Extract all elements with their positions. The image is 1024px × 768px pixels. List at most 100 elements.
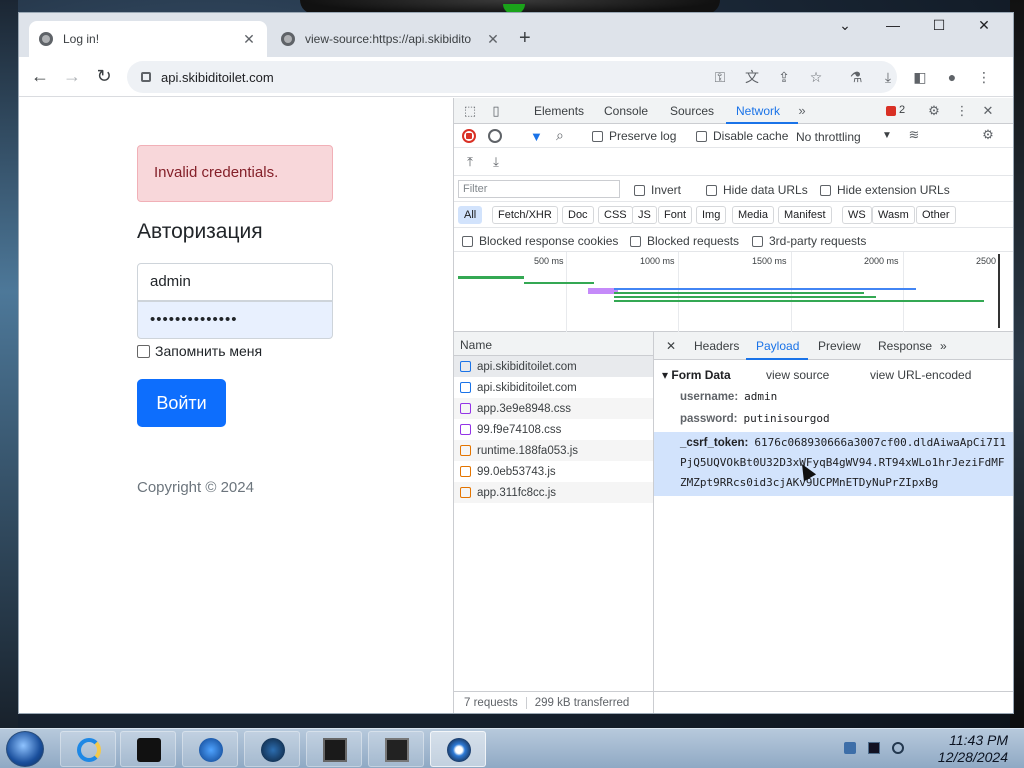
blocked-cookies-checkbox[interactable] (462, 235, 473, 247)
request-row[interactable]: 99.0eb53743.js (454, 461, 653, 482)
tab-preview[interactable]: Preview (818, 339, 861, 353)
reload-icon[interactable]: ↻ (93, 66, 115, 87)
inspect-element-icon[interactable]: ⬚ (462, 103, 478, 119)
disable-cache-toggle[interactable]: Disable cache (696, 129, 788, 143)
form-data-heading[interactable]: ▾ Form Data (662, 368, 731, 382)
close-window-button[interactable]: ✕ (974, 17, 994, 34)
tab-headers[interactable]: Headers (694, 339, 739, 353)
close-devtools-icon[interactable]: ✕ (980, 103, 996, 119)
username-field[interactable]: admin (137, 263, 333, 301)
maximize-button[interactable]: ☐ (929, 17, 949, 34)
devtools-menu-icon[interactable]: ⋮ (954, 103, 970, 119)
taskbar-media-player[interactable] (182, 731, 238, 767)
payload-row-csrf-token[interactable]: _csrf_token: 6176c068930666a3007cf00.dldA… (654, 432, 1013, 496)
more-detail-tabs-chevron-icon[interactable]: » (940, 339, 947, 353)
tab-elements[interactable]: Elements (534, 104, 584, 118)
type-filter-all[interactable]: All (458, 206, 483, 224)
type-filter-doc[interactable]: Doc (562, 206, 594, 224)
remember-me[interactable]: Запомнить меня (137, 343, 262, 359)
tab-payload[interactable]: Payload (756, 339, 799, 353)
tab-response[interactable]: Response (878, 339, 932, 353)
throttling-dropdown-icon[interactable]: ▼ (882, 130, 892, 141)
blocked-requests-toggle[interactable]: Blocked requests (630, 234, 739, 248)
shield-icon[interactable] (844, 742, 856, 754)
type-filter-media[interactable]: Media (732, 206, 774, 224)
type-filter-font[interactable]: Font (658, 206, 693, 224)
type-filter-css[interactable]: CSS (598, 206, 633, 224)
preserve-log-checkbox[interactable] (592, 130, 603, 142)
tab-sources[interactable]: Sources (670, 104, 714, 118)
new-tab-button[interactable]: + (519, 27, 531, 50)
menu-kebab-icon[interactable]: ⋮ (975, 68, 993, 86)
network-icon[interactable] (868, 742, 880, 754)
blocked-requests-checkbox[interactable] (630, 235, 641, 247)
minimize-button[interactable]: — (883, 17, 903, 33)
profile-avatar-icon[interactable]: ● (943, 68, 961, 86)
password-field[interactable]: •••••••••••••• (137, 301, 333, 339)
request-row[interactable]: 99.f9e74108.css (454, 419, 653, 440)
invert-toggle[interactable]: Invert (634, 183, 681, 197)
filter-funnel-icon[interactable]: ▼ (530, 129, 543, 144)
key-icon[interactable]: ⚿ (711, 68, 729, 86)
request-row[interactable]: runtime.188fa053.js (454, 440, 653, 461)
taskbar-app-2[interactable] (120, 731, 176, 767)
type-filter-wasm[interactable]: Wasm (872, 206, 915, 224)
column-header-name[interactable]: Name (454, 332, 653, 356)
hide-data-urls-checkbox[interactable] (706, 184, 717, 196)
type-filter-js[interactable]: JS (632, 206, 657, 224)
tab-login[interactable]: Log in! ✕ (29, 21, 267, 57)
settings-gear-icon[interactable]: ⚙ (926, 103, 942, 119)
taskbar-chrome[interactable] (430, 731, 486, 767)
bookmark-star-icon[interactable]: ☆ (807, 68, 825, 86)
type-filter-ws[interactable]: WS (842, 206, 872, 224)
hide-extension-urls-toggle[interactable]: Hide extension URLs (820, 183, 950, 197)
back-icon[interactable]: ← (29, 66, 51, 87)
translate-icon[interactable]: 文 (743, 68, 761, 86)
view-source-link[interactable]: view source (766, 368, 829, 382)
forward-icon[interactable]: → (61, 66, 83, 87)
network-timeline-overview[interactable]: 500 ms 1000 ms 1500 ms 2000 ms 2500 (454, 252, 1013, 332)
share-icon[interactable]: ⇪ (775, 68, 793, 86)
system-clock[interactable]: 11:43 PM 12/28/2024 (912, 732, 1008, 766)
tab-view-source[interactable]: view-source:https://api.skibidito ✕ (271, 21, 511, 57)
third-party-toggle[interactable]: 3rd-party requests (752, 234, 866, 248)
login-button[interactable]: Войти (137, 379, 226, 427)
export-har-icon[interactable]: ⤓ (488, 154, 504, 170)
taskbar-app-5[interactable] (306, 731, 362, 767)
lock-icon[interactable] (141, 72, 151, 82)
volume-icon[interactable] (892, 742, 904, 754)
type-filter-fetch-xhr[interactable]: Fetch/XHR (492, 206, 558, 224)
request-row[interactable]: app.3e9e8948.css (454, 398, 653, 419)
blocked-cookies-toggle[interactable]: Blocked response cookies (462, 234, 618, 248)
import-har-icon[interactable]: ⤒ (462, 154, 478, 170)
device-toolbar-icon[interactable]: ▯ (488, 103, 504, 119)
view-url-encoded-link[interactable]: view URL-encoded (870, 368, 971, 382)
tab-search-icon[interactable]: ⌄ (835, 17, 855, 34)
more-tabs-chevron-icon[interactable]: » (794, 103, 810, 119)
network-conditions-wifi-icon[interactable]: ≋ (906, 127, 922, 143)
tab-network[interactable]: Network (736, 104, 780, 118)
request-row[interactable]: api.skibiditoilet.com (454, 356, 653, 377)
side-panel-icon[interactable]: ◧ (911, 68, 929, 86)
tab-console[interactable]: Console (604, 104, 648, 118)
third-party-checkbox[interactable] (752, 235, 763, 247)
hide-extension-urls-checkbox[interactable] (820, 184, 831, 196)
issues-badge-icon[interactable] (886, 106, 896, 116)
taskbar-app-4[interactable] (244, 731, 300, 767)
request-row[interactable]: api.skibiditoilet.com (454, 377, 653, 398)
hide-data-urls-toggle[interactable]: Hide data URLs (706, 183, 808, 197)
download-icon[interactable]: ⤓ (879, 68, 897, 86)
filter-input[interactable]: Filter (458, 180, 620, 198)
request-row[interactable]: app.311fc8cc.js (454, 482, 653, 503)
labs-flask-icon[interactable]: ⚗ (847, 68, 865, 86)
network-settings-gear-icon[interactable]: ⚙ (980, 127, 996, 143)
record-stop-icon[interactable] (462, 129, 476, 143)
type-filter-manifest[interactable]: Manifest (778, 206, 832, 224)
type-filter-other[interactable]: Other (916, 206, 956, 224)
close-tab-icon[interactable]: ✕ (485, 31, 501, 48)
taskbar-app-6[interactable] (368, 731, 424, 767)
type-filter-img[interactable]: Img (696, 206, 727, 224)
taskbar-ie[interactable] (60, 731, 116, 767)
throttling-select[interactable]: No throttling (796, 130, 861, 144)
search-icon[interactable]: ⌕ (556, 127, 564, 144)
